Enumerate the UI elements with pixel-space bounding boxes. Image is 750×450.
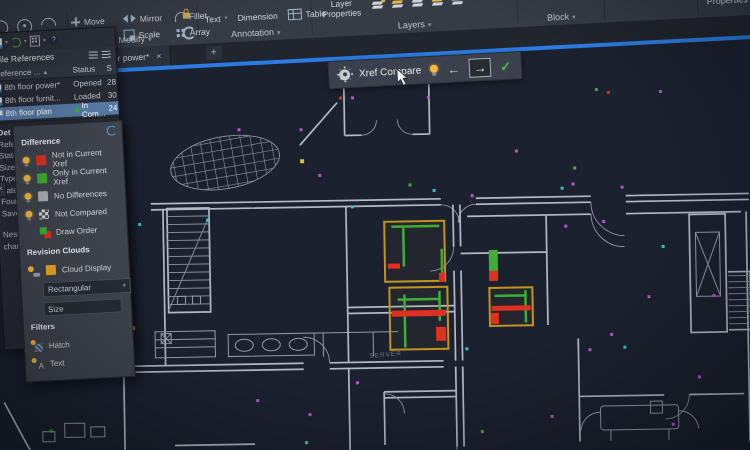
- chevron-down-icon: ▾: [123, 282, 126, 289]
- block-panel-label[interactable]: Block▾: [521, 10, 601, 24]
- chevron-down-icon: ▾: [428, 22, 432, 29]
- layer-isolate-icon[interactable]: [392, 0, 403, 9]
- arrow-right-icon: →: [473, 60, 487, 74]
- layer-off-icon[interactable]: [372, 0, 383, 10]
- color-swatch: [37, 173, 48, 184]
- move-icon: [71, 17, 80, 26]
- layer-lock-icon[interactable]: [432, 0, 443, 7]
- mirror-tool[interactable]: Mirror: [123, 9, 176, 27]
- revision-clouds: [384, 219, 533, 350]
- text-tool[interactable]: Text▾: [205, 10, 228, 26]
- hatched-ellipse: [164, 123, 287, 202]
- new-tab-button[interactable]: +: [205, 46, 222, 61]
- hatch-filter-icon: [32, 340, 44, 352]
- chevron-down-icon[interactable]: ▾: [43, 37, 46, 44]
- lightbulb-icon[interactable]: [25, 210, 32, 220]
- compare-active-icon: [74, 107, 79, 112]
- dwg-file-icon: [0, 110, 3, 118]
- chevron-down-icon[interactable]: ▾: [5, 39, 8, 46]
- chevron-down-icon: ▾: [148, 36, 152, 43]
- draw-order-swatch: [40, 227, 51, 238]
- sort-asc-icon: ▲: [42, 70, 48, 76]
- cloud-bulb-icon[interactable]: [28, 265, 41, 277]
- legend-item-draw-order[interactable]: Draw Order: [25, 219, 120, 242]
- next-difference-button[interactable]: →: [469, 57, 492, 77]
- app-window: Move Mirror Fillet Copy Scale Array Modi…: [0, 0, 750, 450]
- checker-swatch: [39, 209, 50, 220]
- mirror-icon: [123, 14, 136, 24]
- filters-section-title: Filters: [31, 318, 125, 332]
- difference-section-title: Difference: [21, 133, 115, 147]
- revision-clouds-section-title: Revision Clouds: [27, 243, 121, 257]
- dwg-file-icon: [0, 97, 2, 105]
- cloud-color-swatch: [46, 265, 57, 276]
- change-path-icon[interactable]: [30, 35, 41, 47]
- cloud-display-item[interactable]: Cloud Display: [27, 257, 122, 280]
- auto-hide-button[interactable]: ‹: [0, 181, 7, 198]
- layer-properties-button[interactable]: Layer Properties: [318, 0, 365, 20]
- list-view-icon[interactable]: [89, 51, 98, 58]
- xref-compare-settings-panel: Difference Not in Current Xref Only in C…: [12, 120, 135, 382]
- cloud-shape-dropdown[interactable]: Rectangular ▾: [43, 278, 132, 298]
- previous-difference-button[interactable]: ←: [447, 62, 461, 76]
- xref-compare-title: Xref Compare: [359, 65, 422, 79]
- lightbulb-icon[interactable]: [430, 64, 439, 75]
- electrical-symbols: [44, 86, 718, 449]
- server-room-label: SERVER: [369, 350, 402, 360]
- lock-icon[interactable]: [183, 12, 190, 18]
- close-icon[interactable]: ×: [156, 51, 162, 61]
- filter-text[interactable]: Text: [32, 350, 127, 373]
- ribbon-panel-annotation: Text▾ Dimension Table Annotation▾: [198, 0, 310, 44]
- gear-icon[interactable]: [339, 69, 351, 81]
- dimension-tool[interactable]: Dimension: [237, 8, 278, 25]
- help-icon[interactable]: ?: [49, 35, 60, 46]
- table-icon: [287, 9, 302, 21]
- color-swatch: [36, 155, 47, 166]
- layer-match-icon[interactable]: [452, 0, 463, 6]
- finish-compare-button[interactable]: ✓: [500, 59, 512, 73]
- lightbulb-icon[interactable]: [24, 192, 31, 202]
- mouse-cursor: [396, 68, 410, 93]
- color-swatch: [38, 191, 49, 202]
- chevron-down-icon: ▾: [572, 14, 576, 21]
- chevron-down-icon: ▾: [224, 14, 227, 21]
- properties-tool[interactable]: Properties: [706, 0, 748, 8]
- dwg-file-icon: [0, 84, 2, 92]
- chevron-down-icon: ▾: [277, 30, 281, 37]
- refresh-icon[interactable]: [11, 37, 22, 48]
- attach-dwg-icon[interactable]: [0, 38, 2, 48]
- tree-view-icon[interactable]: [102, 51, 111, 58]
- layer-freeze-icon[interactable]: [412, 0, 423, 8]
- cloud-size-input[interactable]: [44, 298, 123, 316]
- chevron-down-icon[interactable]: ▾: [24, 38, 27, 45]
- text-filter-icon: [33, 358, 45, 370]
- lightbulb-icon[interactable]: [23, 156, 30, 166]
- palette-title: File References: [0, 50, 55, 68]
- lightbulb-icon[interactable]: [23, 174, 30, 184]
- sync-icon[interactable]: [106, 125, 117, 136]
